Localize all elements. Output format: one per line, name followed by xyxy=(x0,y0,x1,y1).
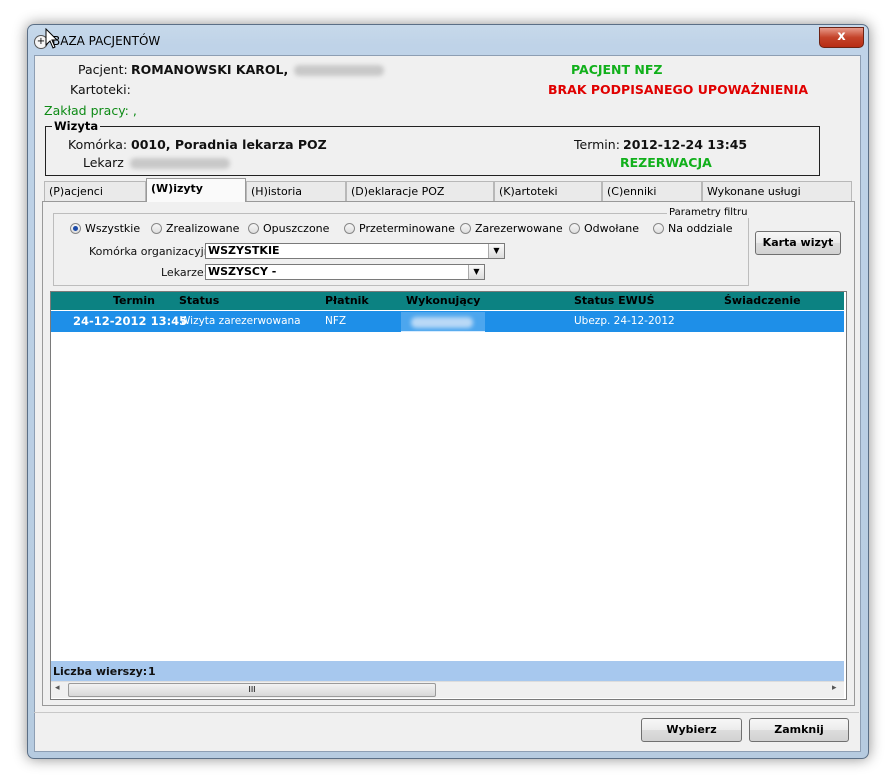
zamknij-button[interactable]: Zamknij xyxy=(749,718,849,742)
komorka-org-select[interactable]: WSZYSTKIE ▼ xyxy=(205,243,505,259)
tab-historia[interactable]: (H)istoria xyxy=(246,181,346,201)
column-header-status-ewus[interactable]: Status EWUŚ xyxy=(574,294,655,307)
nfz-status: PACJENT NFZ xyxy=(571,62,663,77)
komorka-org-value: WSZYSTKIE xyxy=(208,244,280,257)
lekarze-label: Lekarze: xyxy=(161,266,208,279)
zaklad-pracy-label: Zakład pracy: , xyxy=(44,103,137,118)
radio-icon xyxy=(151,223,162,234)
mouse-cursor-icon xyxy=(45,28,59,49)
radio-wszystkie[interactable]: Wszystkie xyxy=(70,222,140,236)
lekarz-label: Lekarz xyxy=(83,155,124,170)
tab-pacjenci[interactable]: (P)acjenci xyxy=(44,181,146,201)
lekarze-value: WSZYSCY - xyxy=(208,265,277,278)
patient-id-redacted xyxy=(294,65,384,76)
bottom-divider xyxy=(34,712,859,713)
radio-selected-icon xyxy=(70,223,81,234)
radio-icon xyxy=(344,223,355,234)
radio-icon xyxy=(653,223,664,234)
komorka-label: Komórka: xyxy=(68,137,128,152)
tab-wykonane-uslugi[interactable]: Wykonane usługi xyxy=(702,181,852,201)
reservation-status: REZERWACJA xyxy=(620,155,712,170)
lekarz-name-redacted xyxy=(130,158,230,169)
karta-wizyt-button[interactable]: Karta wizyt xyxy=(755,231,841,255)
tab-cenniki[interactable]: (C)enniki xyxy=(602,181,702,201)
radio-zarezerwowane[interactable]: Zarezerwowane xyxy=(460,222,563,236)
patient-label: Pacjent: xyxy=(78,62,128,77)
tab-kartoteki[interactable]: (K)artoteki xyxy=(494,181,602,201)
tab-wizyty[interactable]: (W)izyty xyxy=(146,178,246,202)
cell-status: Wizyta zarezerwowana xyxy=(180,315,301,327)
radio-odwolane[interactable]: Odwołane xyxy=(569,222,639,236)
wykonujacy-redacted xyxy=(411,317,473,328)
radio-opuszczone[interactable]: Opuszczone xyxy=(248,222,329,236)
authorization-status: BRAK PODPISANEGO UPOWAŻNIENIA xyxy=(548,82,809,97)
termin-label: Termin: xyxy=(574,137,620,152)
filter-title: Parametry filtru xyxy=(667,207,750,218)
scrollbar-thumb[interactable]: III xyxy=(68,683,436,697)
scroll-right-icon[interactable]: ▸ xyxy=(832,683,837,693)
radio-na-oddziale[interactable]: Na oddziale xyxy=(653,222,733,236)
chevron-down-icon[interactable]: ▼ xyxy=(468,265,484,279)
komorka-value: 0010, Poradnia lekarza POZ xyxy=(131,137,327,152)
patient-name: ROMANOWSKI KAROL, xyxy=(131,62,289,77)
radio-przeterminowane[interactable]: Przeterminowane xyxy=(344,222,455,236)
column-header-termin[interactable]: Termin xyxy=(113,294,155,307)
komorka-org-label: Komórka organizacyjna: xyxy=(89,245,222,258)
radio-icon xyxy=(460,223,471,234)
radio-icon xyxy=(248,223,259,234)
chevron-down-icon[interactable]: ▼ xyxy=(488,244,504,258)
visit-group-title: Wizyta xyxy=(52,119,101,133)
cell-wykonujacy xyxy=(401,312,485,332)
cell-termin: 24-12-2012 13:45 xyxy=(73,314,188,328)
tab-deklaracje[interactable]: (D)eklaracje POZ xyxy=(346,181,494,201)
close-button[interactable]: x xyxy=(819,27,864,48)
column-header-status[interactable]: Status xyxy=(179,294,219,307)
visits-grid[interactable] xyxy=(50,291,847,700)
cell-platnik: NFZ xyxy=(325,315,347,327)
column-header-swiadczenie[interactable]: Świadczenie xyxy=(724,294,801,307)
radio-zrealizowane[interactable]: Zrealizowane xyxy=(151,222,239,236)
title-bar[interactable]: + BAZA PACJENTÓW x xyxy=(34,27,864,55)
row-count-label: Liczba wierszy: xyxy=(53,665,148,678)
row-count-value: 1 xyxy=(148,665,156,678)
radio-icon xyxy=(569,223,580,234)
column-header-platnik[interactable]: Płatnik xyxy=(325,294,369,307)
termin-value: 2012-12-24 13:45 xyxy=(623,137,748,152)
cell-status-ewus: Ubezp. 24-12-2012 xyxy=(574,315,675,327)
lekarze-select[interactable]: WSZYSCY - ▼ xyxy=(205,264,485,280)
grid-footer xyxy=(51,661,844,681)
column-header-wykonujacy[interactable]: Wykonujący xyxy=(406,294,480,307)
scroll-left-icon[interactable]: ◂ xyxy=(55,683,60,693)
kartoteki-label: Kartoteki: xyxy=(70,82,131,97)
wybierz-button[interactable]: Wybierz xyxy=(641,718,742,742)
window-title: BAZA PACJENTÓW xyxy=(52,34,161,48)
